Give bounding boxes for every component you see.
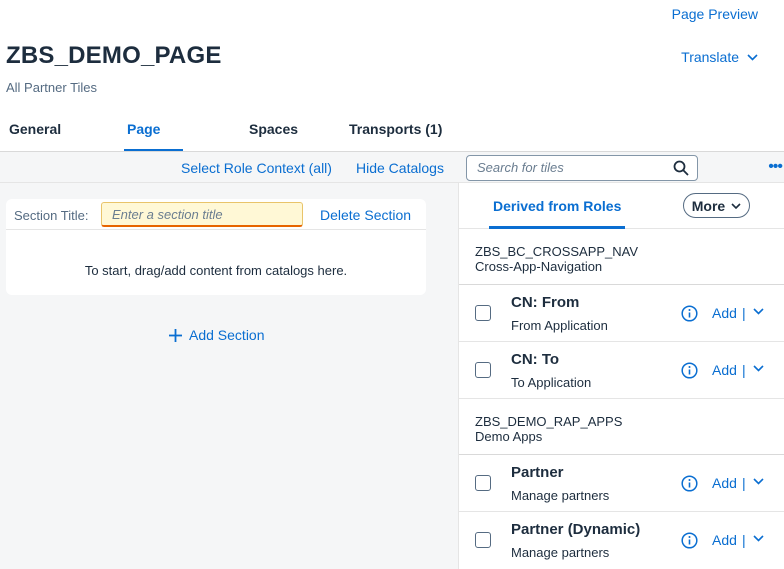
catalog-description: Cross-App-Navigation (475, 259, 603, 274)
catalog-id: ZBS_BC_CROSSAPP_NAV (475, 244, 639, 259)
chevron-down-icon[interactable] (753, 478, 764, 485)
select-role-context-link[interactable]: Select Role Context (all) (181, 160, 332, 176)
tile-title: CN: To (511, 351, 560, 368)
tile-checkbox[interactable] (475, 305, 491, 321)
chevron-down-icon[interactable] (753, 365, 764, 372)
tile-checkbox[interactable] (475, 532, 491, 548)
search-input[interactable] (477, 160, 667, 175)
delete-section-button[interactable]: Delete Section (320, 207, 411, 223)
content-toolbar: Select Role Context (all) Hide Catalogs … (0, 151, 784, 183)
translate-label: Translate (681, 49, 739, 65)
page-preview-link[interactable]: Page Preview (672, 6, 758, 22)
catalog-id: ZBS_DEMO_RAP_APPS (475, 414, 623, 429)
page-layout-panel: Section Title: Delete Section To start, … (0, 183, 458, 569)
catalog-header: ZBS_DEMO_RAP_APPS Demo Apps (459, 399, 784, 455)
chevron-down-icon[interactable] (753, 535, 764, 542)
more-label: More (691, 197, 726, 214)
tab-derived-from-roles[interactable]: Derived from Roles (488, 198, 626, 229)
catalog-description: Demo Apps (475, 429, 543, 444)
tile-action-separator: | (742, 362, 746, 378)
section-card: Section Title: Delete Section To start, … (6, 199, 426, 295)
tile-add-button[interactable]: Add (712, 362, 737, 378)
catalog-header: ZBS_BC_CROSSAPP_NAV Cross-App-Navigation (459, 229, 784, 285)
hide-catalogs-link[interactable]: Hide Catalogs (356, 160, 444, 176)
section-header: Section Title: Delete Section (6, 199, 426, 230)
tile-add-button[interactable]: Add (712, 532, 737, 548)
overflow-menu-button[interactable]: ••• (768, 158, 783, 176)
tab-transports[interactable]: Transports (1) (349, 114, 442, 152)
tile-row: CN: From From Application Add | (459, 285, 784, 342)
tile-add-button[interactable]: Add (712, 475, 737, 491)
info-icon[interactable] (681, 305, 698, 322)
catalog-panel-tabs: Derived from Roles More (459, 183, 784, 229)
tile-add-button[interactable]: Add (712, 305, 737, 321)
tile-action-separator: | (742, 532, 746, 548)
search-field (466, 155, 698, 181)
tile-title: CN: From (511, 294, 580, 311)
tile-subtitle: From Application (511, 318, 608, 333)
plus-icon (169, 328, 182, 342)
tile-row: CN: To To Application Add | (459, 342, 784, 399)
tab-general-data[interactable]: General Data (9, 114, 61, 167)
info-icon[interactable] (681, 362, 698, 379)
section-title-label: Section Title: (14, 208, 89, 223)
chevron-down-icon[interactable] (753, 308, 764, 315)
more-button[interactable]: More (683, 193, 750, 218)
chevron-down-icon (747, 53, 758, 61)
tile-checkbox[interactable] (475, 475, 491, 491)
catalog-panel: Derived from Roles More ZBS_BC_CROSSAPP_… (458, 183, 784, 569)
tile-action-separator: | (742, 305, 746, 321)
translate-button[interactable]: Translate (681, 49, 758, 65)
search-icon[interactable] (673, 160, 689, 176)
add-section-button[interactable]: Add Section (168, 327, 265, 343)
tile-action-separator: | (742, 475, 746, 491)
page-subtitle: All Partner Tiles (6, 80, 98, 95)
tile-checkbox[interactable] (475, 362, 491, 378)
add-section-label: Add Section (189, 327, 265, 343)
info-icon[interactable] (681, 532, 698, 549)
tile-title: Partner (511, 464, 564, 481)
tile-subtitle: To Application (511, 375, 592, 390)
section-empty-message: To start, drag/add content from catalogs… (84, 263, 348, 278)
tab-page-content[interactable]: Page Content (124, 114, 183, 167)
info-icon[interactable] (681, 475, 698, 492)
section-title-input[interactable] (101, 202, 303, 227)
tab-spaces[interactable]: Spaces (1) (249, 114, 298, 167)
tile-subtitle: Manage partners (511, 488, 610, 503)
chevron-down-icon (731, 202, 741, 209)
tile-title: Partner (Dynamic) (511, 521, 641, 538)
page-title: ZBS_DEMO_PAGE (6, 42, 222, 69)
tile-row: Partner (Dynamic) Manage partners Add | (459, 512, 784, 569)
tile-row: Partner Manage partners Add | (459, 455, 784, 512)
tile-subtitle: Manage partners (511, 545, 610, 560)
